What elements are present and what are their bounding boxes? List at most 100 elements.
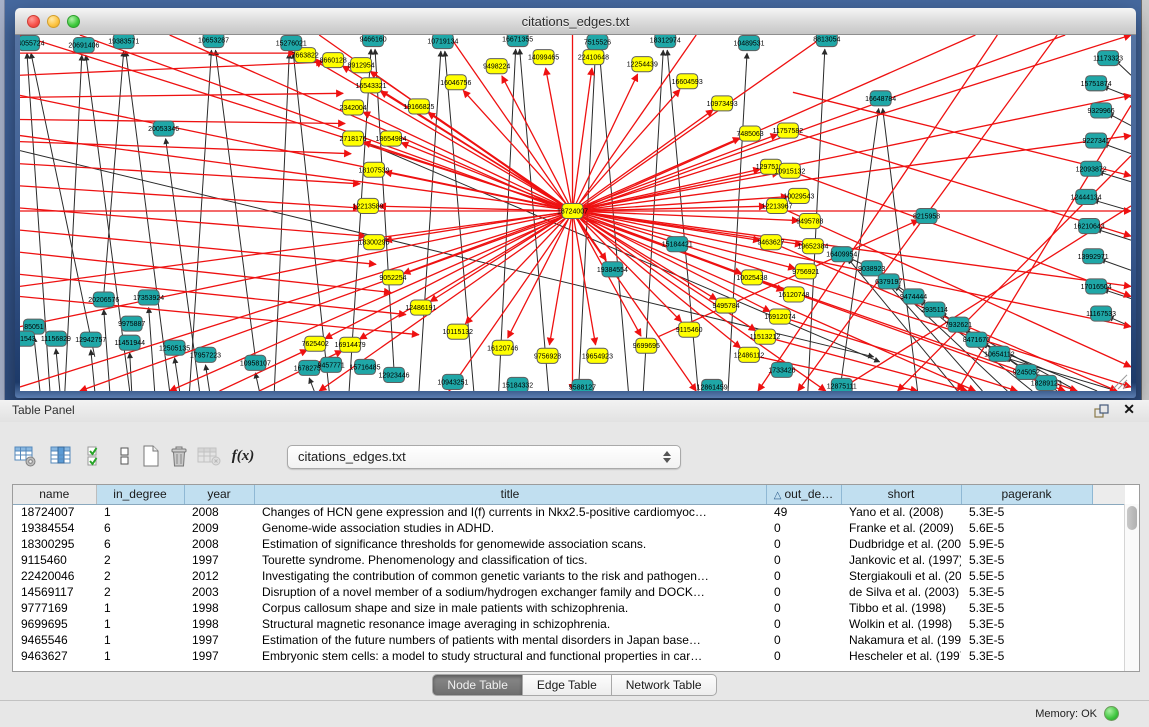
tab-network-table[interactable]: Network Table — [612, 674, 717, 696]
table-cell[interactable]: 2009 — [184, 520, 254, 536]
graph-node-11173323[interactable]: 11173323 — [1093, 51, 1123, 66]
graph-node-18312974[interactable]: 18312974 — [650, 35, 681, 48]
table-cell[interactable]: Investigating the contribution of common… — [254, 568, 766, 584]
table-cell[interactable]: 0 — [766, 520, 841, 536]
table-cell[interactable]: 2 — [96, 568, 184, 584]
table-cell[interactable]: 0 — [766, 616, 841, 632]
graph-node-10719134[interactable]: 10719134 — [427, 35, 458, 49]
table-row[interactable]: 946554611997Estimation of the future num… — [13, 632, 1125, 648]
table-cell[interactable]: 49 — [766, 504, 841, 520]
table-cell[interactable]: Yano et al. (2008) — [841, 504, 961, 520]
table-cell[interactable]: 1998 — [184, 616, 254, 632]
left-panel-edge[interactable] — [0, 0, 5, 400]
window-titlebar[interactable]: citations_edges.txt — [15, 8, 1136, 35]
graph-node-391543[interactable]: 391543 — [20, 331, 36, 346]
graph-node-14055724[interactable]: 14055724 — [20, 36, 45, 51]
graph-node-9329966[interactable]: 9329966 — [1088, 103, 1115, 118]
graph-node-12875111[interactable]: 12875111 — [827, 378, 857, 391]
table-cell[interactable]: Jankovic et al. (1997) — [841, 552, 961, 568]
table-cell[interactable]: 2 — [96, 552, 184, 568]
graph-node-10029543[interactable]: 10029543 — [783, 188, 814, 203]
graph-node-19166825[interactable]: 19166825 — [403, 99, 434, 114]
column-header-title[interactable]: title — [254, 485, 766, 504]
memory-status-indicator[interactable] — [1104, 706, 1119, 721]
table-row[interactable]: 1456911722003Disruption of a novel membe… — [13, 584, 1125, 600]
table-cell[interactable]: Nakamura et al. (1997) — [841, 632, 961, 648]
table-cell[interactable]: 19384554 — [13, 520, 96, 536]
select-columns-icon[interactable] — [48, 442, 74, 470]
graph-node-20206576[interactable]: 20206576 — [88, 292, 119, 307]
graph-node-19654923[interactable]: 19654923 — [582, 348, 613, 363]
graph-node-10489531[interactable]: 10489531 — [734, 36, 765, 51]
graph-node-8471676[interactable]: 8471676 — [963, 332, 990, 347]
table-cell[interactable]: de Silva et al. (2003) — [841, 584, 961, 600]
table-cell[interactable]: 18724007 — [13, 504, 96, 520]
function-builder-icon[interactable]: f(x) — [230, 442, 256, 470]
graph-node-12486191[interactable]: 12486191 — [405, 300, 436, 315]
table-cell[interactable]: 0 — [766, 600, 841, 616]
table-scrollbar[interactable] — [1124, 504, 1139, 671]
graph-node-13992971[interactable]: 13992971 — [1078, 249, 1109, 264]
table-row[interactable]: 2242004622012Investigating the contribut… — [13, 568, 1125, 584]
graph-node-8660128[interactable]: 8660128 — [320, 53, 347, 68]
graph-node-9495784[interactable]: 9495784 — [713, 298, 740, 313]
table-cell[interactable]: 1 — [96, 632, 184, 648]
graph-node-9466160[interactable]: 9466160 — [359, 35, 386, 47]
window-resize-grip[interactable] — [1118, 380, 1127, 389]
graph-node-11167533[interactable]: 11167533 — [1086, 306, 1116, 321]
table-cell[interactable]: 1 — [96, 600, 184, 616]
table-cell[interactable]: 2 — [96, 584, 184, 600]
close-panel-icon[interactable]: ✕ — [1123, 401, 1135, 418]
graph-node-15751874[interactable]: 15751874 — [1081, 76, 1112, 91]
graph-node-9495788[interactable]: 9495788 — [796, 214, 823, 229]
table-cell[interactable]: 1998 — [184, 600, 254, 616]
table-cell[interactable]: 1997 — [184, 552, 254, 568]
table-cell[interactable]: 2008 — [184, 504, 254, 520]
graph-node-1733426[interactable]: 1733426 — [768, 362, 795, 377]
table-scrollbar-thumb[interactable] — [1127, 506, 1137, 530]
table-cell[interactable]: Estimation of the future numbers of pati… — [254, 632, 766, 648]
graph-node-19652384[interactable]: 19652384 — [797, 239, 828, 254]
graph-node-8813054[interactable]: 8813054 — [813, 35, 840, 47]
row-height-icon[interactable] — [112, 442, 138, 470]
table-cell[interactable]: 5.3E-5 — [961, 616, 1092, 632]
graph-node-15716485[interactable]: 15716485 — [350, 359, 381, 374]
graph-node-10653287[interactable]: 10653287 — [198, 35, 229, 48]
table-row[interactable]: 1830029562008Estimation of significance … — [13, 536, 1125, 552]
table-cell[interactable]: 9465546 — [13, 632, 96, 648]
graph-node-16604593[interactable]: 16604593 — [672, 74, 703, 89]
table-cell[interactable]: 0 — [766, 648, 841, 664]
table-row[interactable]: 911546021997Tourette syndrome. Phenomeno… — [13, 552, 1125, 568]
table-cell[interactable]: 5.3E-5 — [961, 584, 1092, 600]
table-cell[interactable]: 5.3E-5 — [961, 648, 1092, 664]
float-window-icon[interactable] — [1094, 404, 1109, 418]
table-cell[interactable]: 9699695 — [13, 616, 96, 632]
graph-node-2342004[interactable]: 2342004 — [340, 100, 367, 115]
import-table-icon[interactable] — [196, 442, 222, 470]
graph-node-16648784[interactable]: 16648784 — [865, 91, 896, 106]
table-cell[interactable]: 1 — [96, 616, 184, 632]
graph-node-11451944[interactable]: 11451944 — [114, 335, 145, 350]
table-row[interactable]: 946362711997Embryonic stem cells: a mode… — [13, 648, 1125, 664]
tab-node-table[interactable]: Node Table — [432, 674, 523, 696]
table-cell[interactable]: 0 — [766, 584, 841, 600]
table-selector-dropdown[interactable]: citations_edges.txt — [287, 445, 681, 469]
graph-node-16046756[interactable]: 16046756 — [440, 75, 471, 90]
graph-node-9463627[interactable]: 9463627 — [757, 235, 784, 250]
graph-node-9756921[interactable]: 9756921 — [792, 264, 819, 279]
table-cell[interactable]: Tibbo et al. (1998) — [841, 600, 961, 616]
table-cell[interactable]: 0 — [766, 632, 841, 648]
graph-node-16671355[interactable]: 16671355 — [502, 35, 533, 47]
table-cell[interactable]: Changes of HCN gene expression and I(f) … — [254, 504, 766, 520]
column-header-in_degree[interactable]: in_degree — [96, 485, 184, 504]
graph-node-9474444[interactable]: 9474444 — [900, 289, 927, 304]
table-cell[interactable]: Wolkin et al. (1998) — [841, 616, 961, 632]
graph-node-16210643[interactable]: 16210643 — [1074, 219, 1105, 234]
table-cell[interactable]: 1 — [96, 504, 184, 520]
graph-node-12923446[interactable]: 12923446 — [378, 367, 409, 382]
table-cell[interactable]: Embryonic stem cells: a model to study s… — [254, 648, 766, 664]
graph-node-15184421[interactable]: 15184421 — [662, 237, 693, 252]
table-cell[interactable]: 1997 — [184, 632, 254, 648]
graph-node-12486112[interactable]: 12486112 — [734, 347, 765, 362]
table-cell[interactable]: 5.3E-5 — [961, 504, 1092, 520]
